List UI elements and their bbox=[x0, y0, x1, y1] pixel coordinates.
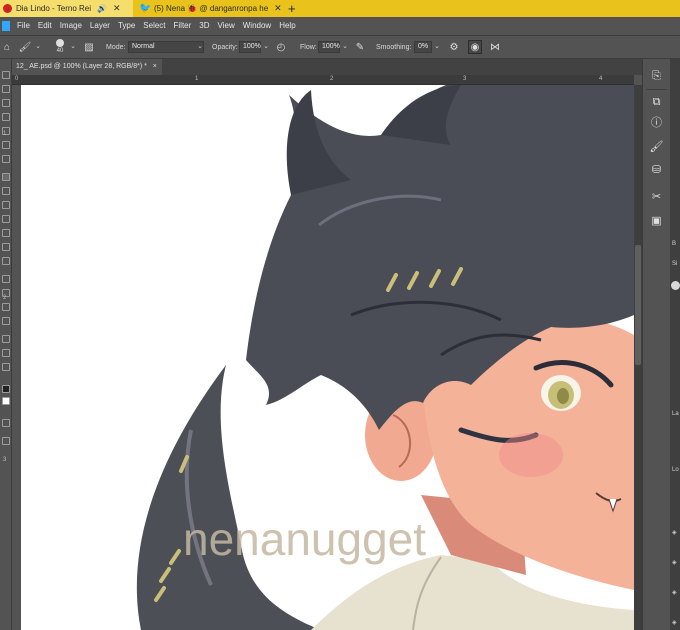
brush-preset-dropdown[interactable]: ⌄ bbox=[69, 41, 77, 53]
menu-select[interactable]: Select bbox=[139, 17, 169, 35]
options-bar: ⌂ 🖌 ⌄ 40 ⌄ ▨ Mode: Normal ⌄ Opacity: 100… bbox=[0, 35, 680, 59]
ruler-tick-label: 3 bbox=[463, 76, 467, 82]
notes-panel-icon[interactable]: ▣ bbox=[649, 213, 664, 228]
horizontal-ruler[interactable]: 0 1 2 3 4 bbox=[12, 75, 634, 85]
eye-toggle-icon[interactable]: ◈ bbox=[672, 589, 677, 596]
vertical-ruler[interactable]: 1 2 3 bbox=[0, 85, 12, 630]
brush-panel-icon[interactable]: 🖌 bbox=[649, 139, 664, 154]
mode-dropdown-icon: ⌄ bbox=[197, 43, 203, 50]
pressure-size-icon[interactable]: ◉ bbox=[468, 40, 482, 54]
browser-tab-bar: Dia Lindo - Terno Rei 🔊 ✕ 🐦 (5) Nena 🐞 @… bbox=[0, 0, 680, 17]
menu-filter[interactable]: Filter bbox=[170, 17, 196, 35]
scrollbar-thumb[interactable] bbox=[635, 245, 641, 365]
watermark-text: nenanugget bbox=[183, 513, 426, 565]
menu-bar: File Edit Image Layer Type Select Filter… bbox=[0, 17, 680, 35]
ruler-tick-label: 2 bbox=[330, 76, 334, 82]
panel-label: La bbox=[672, 411, 679, 417]
dock-divider bbox=[646, 89, 667, 90]
opacity-dropdown-icon[interactable]: ⌄ bbox=[262, 41, 270, 53]
clone-source-icon[interactable]: ⛁ bbox=[649, 162, 664, 177]
mode-select[interactable]: Normal bbox=[128, 41, 204, 53]
eye-toggle-icon[interactable]: ◈ bbox=[672, 529, 677, 536]
browser-tab-title: Dia Lindo - Terno Rei bbox=[16, 4, 92, 13]
brush-tip-icon bbox=[56, 39, 64, 47]
wolf-boy-illustration: nenanugget bbox=[136, 85, 634, 630]
flow-label: Flow: bbox=[300, 43, 317, 51]
pressure-opacity-icon[interactable]: ◴ bbox=[274, 40, 288, 54]
document-close-icon[interactable]: × bbox=[153, 63, 157, 70]
document-tab-bar: 12_ AE.psd @ 100% (Layer 28, RGB/8*) * × bbox=[12, 59, 642, 75]
close-tab-icon[interactable]: ✕ bbox=[274, 3, 282, 14]
brush-tool-icon[interactable]: 🖌 bbox=[18, 40, 32, 54]
move-tool-icon[interactable] bbox=[2, 71, 10, 79]
menu-image[interactable]: Image bbox=[56, 17, 86, 35]
menu-window[interactable]: Window bbox=[239, 17, 275, 35]
panel-label: Lo bbox=[672, 467, 679, 473]
document-tab-title: 12_ AE.psd @ 100% (Layer 28, RGB/8*) * bbox=[16, 63, 147, 70]
brush-settings-icon[interactable]: ▨ bbox=[82, 40, 96, 54]
opacity-input[interactable]: 100% bbox=[239, 41, 261, 53]
tools-presets-icon[interactable]: ✂ bbox=[649, 189, 664, 204]
menu-3d[interactable]: 3D bbox=[195, 17, 213, 35]
new-tab-button[interactable]: + bbox=[288, 1, 296, 16]
flow-dropdown-icon[interactable]: ⌄ bbox=[341, 41, 349, 53]
close-tab-icon[interactable]: ✕ bbox=[113, 3, 121, 14]
menu-type[interactable]: Type bbox=[114, 17, 139, 35]
vertical-scrollbar[interactable] bbox=[634, 85, 642, 630]
collapsed-panels: B Si La Lo ◈ ◈ ◈ ◈ bbox=[670, 59, 680, 630]
symmetry-butterfly-icon[interactable]: ⋈ bbox=[488, 40, 502, 54]
brush-size-value: 40 bbox=[56, 48, 64, 54]
brush-preset-picker[interactable]: 40 bbox=[52, 36, 68, 58]
ruler-tick-label: 3 bbox=[3, 457, 7, 463]
document-tab[interactable]: 12_ AE.psd @ 100% (Layer 28, RGB/8*) * × bbox=[12, 59, 162, 75]
panel-dock: ⎘ ⧉ ⓘ 🖌 ⛁ ✂ ▣ bbox=[642, 59, 670, 630]
menu-help[interactable]: Help bbox=[275, 17, 299, 35]
ruler-tick-label: 4 bbox=[599, 76, 603, 82]
info-panel-icon[interactable]: ⓘ bbox=[649, 114, 664, 129]
panel-label: B bbox=[672, 241, 677, 247]
brush-preview-icon[interactable] bbox=[671, 281, 680, 290]
layer-comps-icon[interactable]: ⧉ bbox=[649, 95, 664, 110]
speaker-icon[interactable]: 🔊 bbox=[97, 4, 107, 13]
ruler-tick-label: 1 bbox=[195, 76, 199, 82]
document-canvas[interactable]: nenanugget bbox=[21, 85, 634, 630]
home-icon[interactable]: ⌂ bbox=[0, 40, 14, 54]
eye-toggle-icon[interactable]: ◈ bbox=[672, 619, 677, 626]
opacity-label: Opacity: bbox=[212, 43, 238, 51]
screen: Dia Lindo - Terno Rei 🔊 ✕ 🐦 (5) Nena 🐞 @… bbox=[0, 0, 680, 630]
flow-input[interactable]: 100% bbox=[318, 41, 340, 53]
mode-label: Mode: bbox=[106, 43, 126, 51]
tool-preset-dropdown[interactable]: ⌄ bbox=[34, 41, 42, 53]
menu-edit[interactable]: Edit bbox=[34, 17, 56, 35]
ruler-tick-label: 1 bbox=[3, 131, 7, 137]
smoothing-dropdown-icon[interactable]: ⌄ bbox=[433, 41, 441, 53]
browser-tab-music[interactable]: Dia Lindo - Terno Rei 🔊 ✕ bbox=[0, 0, 133, 17]
browser-tab-twitter[interactable]: 🐦 (5) Nena 🐞 @ danganronpa he ✕ bbox=[138, 0, 284, 17]
menu-file[interactable]: File bbox=[13, 17, 34, 35]
panel-label: Si bbox=[672, 261, 678, 267]
history-panel-icon[interactable]: ⎘ bbox=[649, 69, 664, 84]
smoothing-input[interactable]: 0% bbox=[414, 41, 432, 53]
music-favicon-icon bbox=[3, 4, 12, 13]
smoothing-settings-gear-icon[interactable]: ⚙ bbox=[447, 40, 461, 54]
eye-toggle-icon[interactable]: ◈ bbox=[672, 559, 677, 566]
smoothing-label: Smoothing: bbox=[376, 43, 412, 51]
menu-view[interactable]: View bbox=[214, 17, 239, 35]
airbrush-icon[interactable]: ✎ bbox=[353, 40, 367, 54]
menu-layer[interactable]: Layer bbox=[86, 17, 114, 35]
ruler-tick-label: 0 bbox=[15, 76, 19, 82]
twitter-icon: 🐦 bbox=[139, 3, 152, 14]
browser-tab-title: (5) Nena 🐞 @ danganronpa he bbox=[154, 4, 269, 13]
ruler-tick-label: 2 bbox=[3, 295, 7, 301]
photoshop-logo-icon[interactable] bbox=[2, 21, 10, 31]
